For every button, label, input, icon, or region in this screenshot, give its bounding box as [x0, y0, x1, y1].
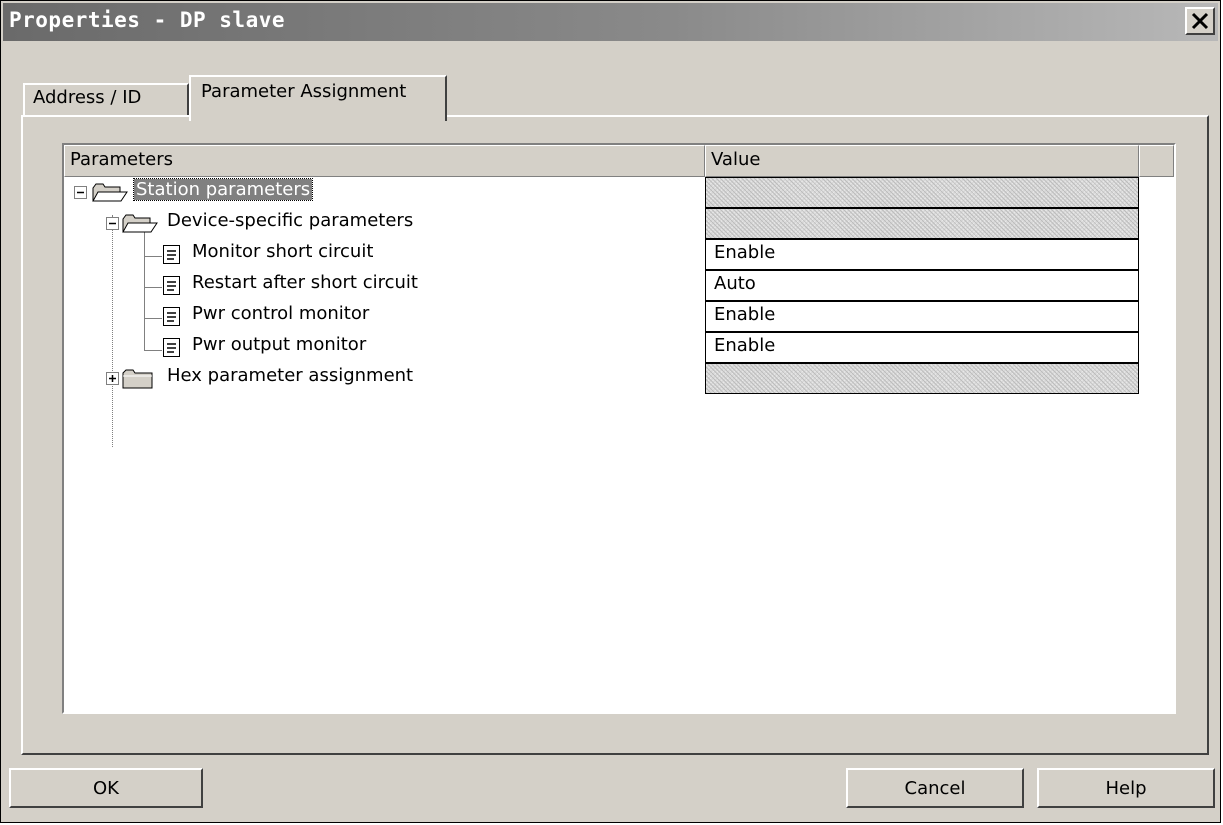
parameter-tree[interactable]: Parameters Value Station parameters Devi…	[62, 143, 1176, 714]
help-button[interactable]: Help	[1037, 768, 1215, 808]
close-icon	[1191, 12, 1209, 30]
tree-label: Pwr output monitor	[192, 334, 367, 355]
parameter-document-icon	[163, 338, 180, 357]
tree-row[interactable]: Device-specific parameters	[64, 208, 1174, 239]
tree-row[interactable]: Station parameters	[64, 177, 1174, 208]
cancel-button-label: Cancel	[904, 778, 966, 799]
value-cell[interactable]: Enable	[705, 239, 1139, 270]
column-header-parameters[interactable]: Parameters	[64, 145, 705, 177]
parameter-cell: Restart after short circuit	[64, 270, 705, 301]
collapse-icon[interactable]	[106, 217, 119, 230]
tree-label: Pwr control monitor	[192, 303, 370, 324]
ok-button[interactable]: OK	[9, 768, 203, 808]
window-title: Properties - DP slave	[9, 8, 286, 32]
parameter-cell: Monitor short circuit	[64, 239, 705, 270]
cancel-button[interactable]: Cancel	[846, 768, 1024, 808]
closed-folder-icon	[122, 369, 153, 389]
parameter-cell: Device-specific parameters	[64, 208, 705, 239]
value-cell-empty	[705, 363, 1139, 394]
tree-row[interactable]: Restart after short circuit Auto	[64, 270, 1174, 301]
tab-address-id[interactable]: Address / ID	[23, 83, 189, 115]
tab-parameter-assignment-label: Parameter Assignment	[201, 81, 407, 102]
parameter-cell: Pwr output monitor	[64, 332, 705, 363]
tree-label: Hex parameter assignment	[167, 365, 414, 386]
column-header-value[interactable]: Value	[705, 145, 1139, 177]
value-cell-empty	[705, 208, 1139, 239]
value-cell-empty	[705, 177, 1139, 208]
open-folder-icon	[92, 183, 128, 202]
parameter-document-icon	[163, 276, 180, 295]
open-folder-icon	[122, 214, 158, 233]
column-header-row: Parameters Value	[64, 145, 1174, 177]
value-cell[interactable]: Enable	[705, 301, 1139, 332]
tree-label: Station parameters	[132, 178, 314, 201]
help-button-label: Help	[1105, 778, 1147, 799]
tree-label: Device-specific parameters	[167, 210, 414, 231]
parameter-cell: Hex parameter assignment	[64, 363, 705, 394]
parameter-cell: Pwr control monitor	[64, 301, 705, 332]
parameter-document-icon	[163, 245, 180, 264]
tab-parameter-assignment[interactable]: Parameter Assignment	[189, 75, 447, 121]
value-cell[interactable]: Auto	[705, 270, 1139, 301]
tree-row[interactable]: Monitor short circuit Enable	[64, 239, 1174, 270]
properties-dialog: Properties - DP slave Address / ID Param…	[0, 0, 1221, 823]
close-button[interactable]	[1185, 7, 1215, 35]
tab-address-id-label: Address / ID	[33, 87, 142, 108]
tree-label: Monitor short circuit	[192, 241, 374, 262]
tree-label: Restart after short circuit	[192, 272, 418, 293]
parameter-document-icon	[163, 307, 180, 326]
title-bar[interactable]: Properties - DP slave	[3, 3, 1218, 41]
ok-button-label: OK	[93, 778, 119, 799]
parameter-cell: Station parameters	[64, 177, 705, 208]
value-cell[interactable]: Enable	[705, 332, 1139, 363]
collapse-icon[interactable]	[74, 186, 87, 199]
tree-row[interactable]: Hex parameter assignment	[64, 363, 1174, 394]
column-header-filler	[1139, 145, 1174, 177]
tree-row[interactable]: Pwr control monitor Enable	[64, 301, 1174, 332]
tree-row[interactable]: Pwr output monitor Enable	[64, 332, 1174, 363]
expand-icon[interactable]	[106, 372, 119, 385]
